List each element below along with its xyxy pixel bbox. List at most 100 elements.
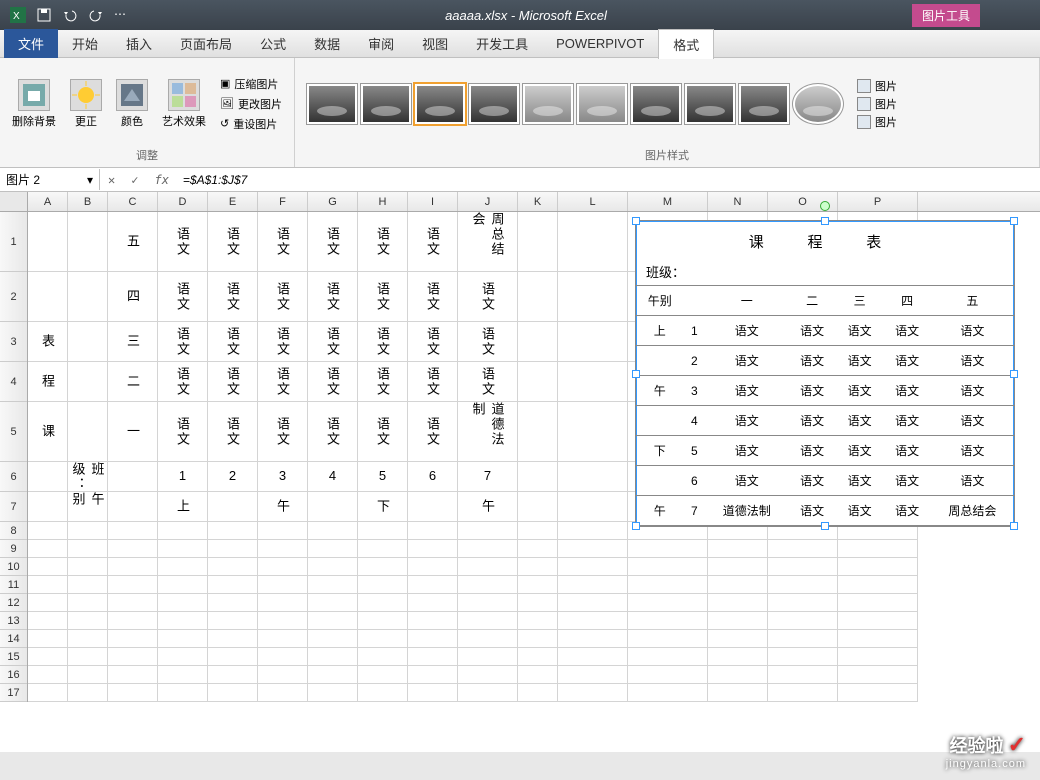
cell[interactable] (708, 684, 768, 702)
cell[interactable] (518, 558, 558, 576)
cell[interactable] (308, 666, 358, 684)
cell[interactable] (208, 492, 258, 522)
column-header[interactable]: J (458, 192, 518, 211)
cell[interactable] (358, 630, 408, 648)
cell[interactable] (628, 558, 708, 576)
cell[interactable] (68, 684, 108, 702)
picture-styles-gallery[interactable] (303, 80, 847, 128)
cell[interactable] (838, 540, 918, 558)
cell[interactable]: 语文 (358, 322, 408, 362)
cell[interactable] (358, 576, 408, 594)
tab-powerpivot[interactable]: POWERPIVOT (542, 31, 658, 56)
cell[interactable] (518, 540, 558, 558)
row-header[interactable]: 17 (0, 684, 27, 702)
cell[interactable] (838, 594, 918, 612)
column-header[interactable]: N (708, 192, 768, 211)
column-header[interactable]: H (358, 192, 408, 211)
cell[interactable]: 1 (158, 462, 208, 492)
cell[interactable] (258, 648, 308, 666)
cell[interactable] (158, 612, 208, 630)
row-header[interactable]: 14 (0, 630, 27, 648)
row-header[interactable]: 3 (0, 322, 27, 362)
row-header[interactable]: 9 (0, 540, 27, 558)
cell[interactable] (208, 666, 258, 684)
picture-effects-button[interactable]: 图片 (857, 96, 897, 112)
resize-handle[interactable] (632, 217, 640, 225)
cell[interactable] (28, 462, 68, 492)
cell[interactable] (518, 492, 558, 522)
cell[interactable] (358, 612, 408, 630)
reset-picture-button[interactable]: ↺重设图片 (216, 115, 286, 133)
column-header[interactable]: F (258, 192, 308, 211)
undo-icon[interactable] (62, 7, 78, 23)
row-header[interactable]: 5 (0, 402, 27, 462)
cell[interactable] (308, 522, 358, 540)
cell[interactable]: 课 (28, 402, 68, 462)
cell[interactable]: 语文 (158, 402, 208, 462)
cell[interactable] (208, 522, 258, 540)
cell[interactable] (768, 594, 838, 612)
cell[interactable] (558, 402, 628, 462)
cell[interactable] (768, 540, 838, 558)
cell[interactable] (768, 630, 838, 648)
cell[interactable] (518, 648, 558, 666)
row-header[interactable]: 15 (0, 648, 27, 666)
cell[interactable] (68, 212, 108, 272)
cell[interactable]: 一 (108, 402, 158, 462)
chevron-down-icon[interactable]: ▾ (87, 173, 93, 187)
cell[interactable] (558, 612, 628, 630)
cell[interactable]: 2 (208, 462, 258, 492)
style-item[interactable] (793, 84, 843, 124)
row-header[interactable]: 7 (0, 492, 27, 522)
cell[interactable] (158, 648, 208, 666)
cell[interactable]: 语文 (308, 212, 358, 272)
cell[interactable] (68, 594, 108, 612)
tab-formula[interactable]: 公式 (246, 29, 300, 58)
cell[interactable]: 语文 (258, 362, 308, 402)
cell[interactable] (68, 272, 108, 322)
cell[interactable] (158, 594, 208, 612)
cell[interactable] (28, 522, 68, 540)
picture-border-button[interactable]: 图片 (857, 78, 897, 94)
cell[interactable]: 语文 (208, 362, 258, 402)
save-icon[interactable] (36, 7, 52, 23)
cell[interactable] (358, 558, 408, 576)
cell[interactable] (208, 684, 258, 702)
cell[interactable] (708, 648, 768, 666)
cell[interactable] (408, 576, 458, 594)
cell[interactable] (458, 576, 518, 594)
cell[interactable] (558, 666, 628, 684)
cell[interactable] (838, 630, 918, 648)
cell[interactable] (308, 540, 358, 558)
cell[interactable] (358, 648, 408, 666)
column-header[interactable]: B (68, 192, 108, 211)
cell[interactable]: 语文 (258, 322, 308, 362)
style-item[interactable] (415, 84, 465, 124)
cell[interactable] (558, 558, 628, 576)
cell[interactable] (408, 492, 458, 522)
style-item[interactable] (577, 84, 627, 124)
column-header[interactable]: I (408, 192, 458, 211)
cell[interactable] (838, 648, 918, 666)
cell[interactable] (108, 666, 158, 684)
row-header[interactable]: 6 (0, 462, 27, 492)
cell[interactable] (258, 684, 308, 702)
cell[interactable] (108, 522, 158, 540)
cell[interactable]: 语文 (408, 272, 458, 322)
cell[interactable]: 6 (408, 462, 458, 492)
cell[interactable] (408, 594, 458, 612)
cell[interactable]: 语文 (308, 402, 358, 462)
row-header[interactable]: 10 (0, 558, 27, 576)
row-header[interactable]: 1 (0, 212, 27, 272)
cell[interactable] (108, 558, 158, 576)
cell[interactable] (458, 558, 518, 576)
cell[interactable]: 班级： (68, 462, 108, 492)
cell[interactable] (518, 612, 558, 630)
cell[interactable] (708, 612, 768, 630)
more-icon[interactable]: ⋯ (114, 7, 130, 23)
cell[interactable]: 语文 (308, 272, 358, 322)
tab-data[interactable]: 数据 (300, 29, 354, 58)
column-header[interactable]: C (108, 192, 158, 211)
cell[interactable] (358, 594, 408, 612)
cell[interactable] (558, 362, 628, 402)
